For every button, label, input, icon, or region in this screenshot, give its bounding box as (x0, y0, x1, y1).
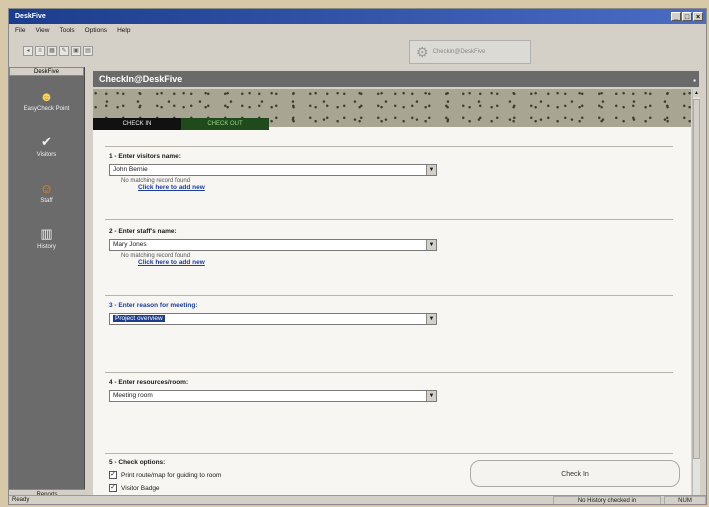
chevron-down-icon[interactable]: ▼ (426, 391, 436, 401)
panel-close-icon[interactable]: ▪ (693, 73, 696, 89)
close-button[interactable]: × (693, 12, 703, 21)
status-bar: Ready No History checked in NUM (9, 495, 706, 504)
minimize-button[interactable]: _ (671, 12, 681, 21)
sidebar-item-label: History (37, 244, 56, 250)
chevron-down-icon[interactable]: ▼ (426, 165, 436, 175)
checkin-toolbar-button[interactable]: ⚙ Checkin@DeskFive (409, 40, 531, 64)
reason-label: 3 - Enter reason for meeting: (109, 302, 198, 309)
chevron-down-icon[interactable]: ▼ (426, 314, 436, 324)
toolbar-back-icon[interactable]: ◂ (23, 46, 33, 56)
staff-value: Mary Jones (113, 241, 147, 248)
toolbar: ◂ ≡ ▦ ✎ ▣ ▤ ⚙ Checkin@DeskFive (9, 36, 706, 66)
staff-add-link[interactable]: Click here to add new (138, 259, 681, 266)
visitor-label: 1 - Enter visitors name: (109, 153, 181, 160)
toolbar-list-icon[interactable]: ≡ (35, 46, 45, 56)
toolbar-image-icon[interactable]: ▣ (71, 46, 81, 56)
menu-tools[interactable]: Tools (59, 27, 74, 34)
visitor-badge-label: Visitor Badge (121, 484, 160, 492)
reason-combo[interactable]: Project overview ▼ (109, 313, 437, 325)
panel-title: CheckIn@DeskFive ▪ (93, 71, 699, 87)
menu-bar: File View Tools Options Help (9, 24, 706, 36)
print-route-label: Print route/map for guiding to room (121, 471, 222, 479)
reason-section: 3 - Enter reason for meeting: Project ov… (109, 302, 681, 325)
checkin-toolbar-label: Checkin@DeskFive (432, 49, 486, 55)
menu-help[interactable]: Help (117, 27, 130, 34)
checkin-form-panel: CHECK IN CHECK OUT 1 - Enter visitors na… (93, 89, 691, 500)
toolbar-edit-icon[interactable]: ✎ (59, 46, 69, 56)
title-bar: DeskFive _ □ × (9, 9, 706, 24)
resource-value: Meeting room (113, 392, 153, 399)
resource-combo[interactable]: Meeting room ▼ (109, 390, 437, 402)
divider (105, 146, 673, 147)
menu-options[interactable]: Options (85, 27, 107, 34)
maximize-button[interactable]: □ (682, 12, 692, 21)
staff-section: 2 - Enter staff's name: Mary Jones ▼ No … (109, 228, 681, 266)
sidebar-item-easycheck[interactable]: ☻ EasyCheck Point (9, 78, 84, 122)
tab-checkout[interactable]: CHECK OUT (181, 118, 269, 130)
main-window: DeskFive _ □ × File View Tools Options H… (8, 8, 707, 505)
person-icon: ☺ (39, 180, 54, 196)
toolbar-grid-icon[interactable]: ▦ (47, 46, 57, 56)
divider (105, 453, 673, 454)
menu-file[interactable]: File (15, 27, 25, 34)
visitor-add-link[interactable]: Click here to add new (138, 184, 681, 191)
sidebar-item-label: EasyCheck Point (23, 105, 70, 112)
checkmark-person-icon: ✔ (41, 134, 52, 149)
status-right: NUM (664, 496, 706, 504)
vertical-scrollbar[interactable]: ▲ (692, 89, 700, 500)
people-icon: ☻ (39, 88, 54, 104)
panel-title-text: CheckIn@DeskFive (99, 74, 183, 84)
sidebar-item-history[interactable]: ▥ History (9, 216, 84, 260)
resource-section: 4 - Enter resources/room: Meeting room ▼ (109, 379, 681, 402)
status-mid: No History checked in (553, 496, 661, 504)
tab-strip: CHECK IN CHECK OUT (93, 118, 269, 130)
reason-value: Project overview (113, 315, 165, 322)
visitor-combo[interactable]: John Bernie ▼ (109, 164, 437, 176)
sidebar-header: DeskFive (9, 67, 84, 76)
divider (105, 219, 673, 220)
staff-label: 2 - Enter staff's name: (109, 228, 177, 235)
visitor-section: 1 - Enter visitors name: John Bernie ▼ N… (109, 153, 681, 191)
visitor-badge-checkbox[interactable]: ✓ (109, 484, 117, 492)
gear-icon: ⚙ (416, 43, 429, 60)
resource-label: 4 - Enter resources/room: (109, 379, 189, 386)
tab-checkin[interactable]: CHECK IN (93, 118, 181, 130)
sidebar: DeskFive ☻ EasyCheck Point ✔ Visitors ☺ … (9, 67, 85, 500)
window-controls: _ □ × (671, 12, 703, 21)
toolbar-doc-icon[interactable]: ▤ (83, 46, 93, 56)
sidebar-item-visitors[interactable]: ✔ Visitors (9, 124, 84, 168)
sidebar-item-label: Staff (40, 197, 53, 204)
visitor-value: John Bernie (113, 166, 148, 173)
window-title: DeskFive (15, 13, 46, 20)
staff-combo[interactable]: Mary Jones ▼ (109, 239, 437, 251)
print-route-checkbox[interactable]: ✓ (109, 471, 117, 479)
book-icon: ▥ (40, 226, 53, 241)
divider (105, 372, 673, 373)
status-left: Ready (12, 497, 30, 503)
divider (105, 295, 673, 296)
sidebar-item-label: Visitors (36, 152, 57, 158)
scroll-thumb[interactable] (693, 99, 700, 459)
checkin-button[interactable]: Check In (470, 460, 680, 487)
scroll-up-icon[interactable]: ▲ (693, 89, 700, 97)
menu-view[interactable]: View (35, 27, 49, 34)
chevron-down-icon[interactable]: ▼ (426, 240, 436, 250)
sidebar-item-staff[interactable]: ☺ Staff (9, 170, 84, 214)
